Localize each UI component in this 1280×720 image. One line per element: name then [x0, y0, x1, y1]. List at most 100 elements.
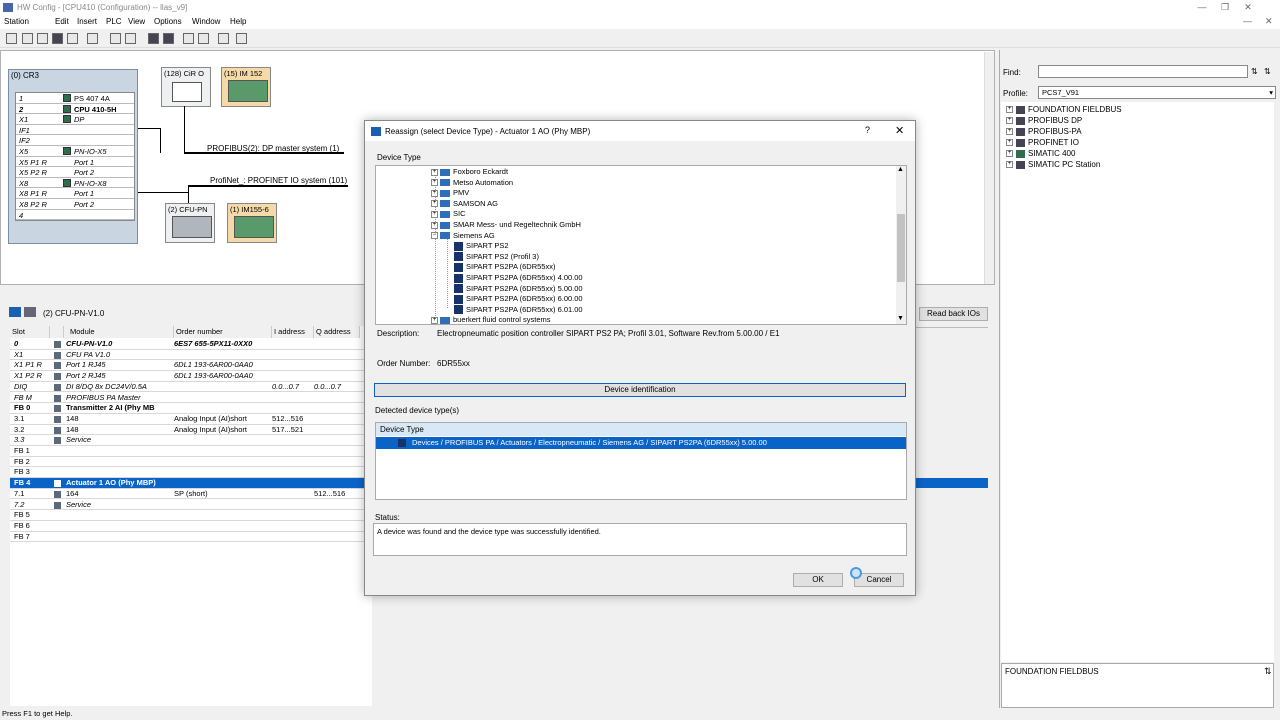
mdi-minimize-icon[interactable]: — — [1243, 16, 1252, 26]
table-row[interactable]: FB 5 — [10, 510, 372, 521]
tree-item[interactable]: SIPART PS2PA (6DR55xx) — [454, 262, 555, 272]
expand-icon[interactable]: + — [431, 179, 438, 187]
expand-icon[interactable]: + — [1006, 117, 1013, 125]
ok-button[interactable]: OK — [793, 573, 843, 587]
help-button[interactable]: ? — [865, 125, 870, 135]
station-scrollbar[interactable] — [984, 52, 994, 284]
download-module-icon[interactable] — [163, 33, 174, 44]
save-compile-icon[interactable] — [52, 33, 63, 44]
table-row[interactable]: X1 P1 R Port 1 RJ45 6DL1 193-6AR00-0AA0 — [10, 360, 372, 372]
scroll-up-icon[interactable]: ▲ — [897, 166, 904, 173]
device-im152[interactable]: (15) IM 152 — [221, 67, 271, 107]
find-next-icon[interactable]: ⇅ — [1251, 67, 1258, 76]
table-row[interactable]: FB 1 — [10, 446, 372, 457]
rack-row[interactable]: X8 P1 R Port 1 — [16, 188, 134, 199]
table-row[interactable]: 0 CFU-PN-V1.0 6ES7 655-5PX11-0XX0 — [10, 339, 372, 350]
table-row[interactable]: FB 6 — [10, 521, 372, 532]
expand-icon[interactable]: + — [1006, 106, 1013, 114]
expand-icon[interactable]: + — [1006, 128, 1013, 136]
forward-icon[interactable] — [24, 307, 36, 317]
scroll-thumb[interactable] — [897, 214, 905, 282]
close-icon[interactable]: ✕ — [895, 124, 904, 137]
col-iaddr[interactable]: I address — [272, 326, 314, 338]
table-row[interactable]: FB 4 Actuator 1 AO (Phy MBP) — [10, 478, 372, 489]
menu-options[interactable]: Options — [154, 17, 182, 26]
diagnostics-icon[interactable] — [218, 33, 229, 44]
help-icon[interactable] — [236, 33, 247, 44]
rack-cr3[interactable]: (0) CR3 1 PS 407 4A 2 CPU 410-5H X1 DP IF1 … — [8, 69, 138, 244]
maximize-icon[interactable]: ❐ — [1214, 0, 1236, 15]
rack-row[interactable]: IF1 — [16, 125, 134, 136]
device-cfu-pn[interactable]: (2) CFU-PN — [165, 203, 215, 243]
expand-icon[interactable]: + — [431, 316, 438, 324]
rack-row[interactable]: X5 P1 R Port 1 — [16, 157, 134, 168]
find-prev-icon[interactable]: ⇅ — [1264, 67, 1271, 76]
table-row[interactable]: 7.2 Service — [10, 500, 372, 511]
tree-item[interactable]: + SAMSON AG — [431, 199, 498, 208]
rack-row[interactable]: X1 DP — [16, 114, 134, 125]
tree-item[interactable]: + Foxboro Eckardt — [431, 167, 508, 176]
table-row[interactable]: 3.3 Service — [10, 435, 372, 446]
detected-header[interactable]: Device Type — [376, 423, 906, 436]
table-row[interactable]: FB 7 — [10, 532, 372, 543]
rack-row[interactable]: X5 P2 R Port 2 — [16, 167, 134, 178]
expand-icon[interactable]: + — [431, 210, 438, 218]
mdi-close-icon[interactable]: ✕ — [1265, 16, 1273, 27]
tree-item[interactable]: + PMV — [431, 188, 469, 197]
catalog-icon[interactable] — [183, 33, 194, 44]
device-im155[interactable]: (1) IM155-6 — [227, 203, 277, 243]
find-input[interactable] — [1038, 65, 1248, 78]
rack-row[interactable]: X8 P2 R Port 2 — [16, 199, 134, 210]
close-icon[interactable]: ✕ — [1237, 0, 1259, 15]
menu-insert[interactable]: Insert — [77, 17, 97, 26]
copy-icon[interactable] — [110, 33, 121, 44]
rack-row[interactable]: 1 PS 407 4A — [16, 93, 134, 104]
new-icon[interactable] — [6, 33, 17, 44]
open-icon[interactable] — [22, 33, 33, 44]
tree-item[interactable]: SIPART PS2PA (6DR55xx) 6.01.00 — [454, 305, 583, 315]
table-row[interactable]: FB M PROFIBUS PA Master — [10, 393, 372, 404]
catalog-item-simatic-pc-station[interactable]: + SIMATIC PC Station — [1006, 160, 1100, 169]
table-row[interactable]: 3.1 148 Analog Input (AI)short 512...516 — [10, 414, 372, 425]
expand-icon[interactable]: + — [431, 168, 438, 176]
expand-icon[interactable]: + — [431, 200, 438, 208]
menu-edit[interactable]: Edit — [55, 17, 69, 26]
expand-icon[interactable]: + — [431, 189, 438, 197]
tree-item[interactable]: SIPART PS2PA (6DR55xx) 6.00.00 — [454, 294, 583, 304]
table-row[interactable]: FB 2 — [10, 457, 372, 468]
menu-station[interactable]: Station — [4, 17, 29, 26]
upload-icon[interactable] — [148, 33, 159, 44]
table-row[interactable]: X1 P2 R Port 2 RJ45 6DL1 193-6AR00-0AA0 — [10, 371, 372, 382]
table-row[interactable]: 3.2 148 Analog Input (AI)short 517...521 — [10, 425, 372, 436]
catalog-item-profibus-pa[interactable]: + PROFIBUS-PA — [1006, 127, 1082, 136]
tree-item[interactable]: SIPART PS2 (Profil 3) — [454, 252, 539, 262]
tree-scrollbar[interactable]: ▲ ▼ — [896, 166, 906, 324]
scroll-down-icon[interactable]: ▼ — [897, 315, 904, 322]
collapse-icon[interactable]: − — [431, 232, 438, 240]
table-row[interactable]: 7.1 164 SP (short) 512...516 — [10, 489, 372, 500]
menu-plc[interactable]: PLC — [106, 17, 122, 26]
table-row[interactable]: X1 CFU PA V1.0 — [10, 350, 372, 361]
expand-icon[interactable]: + — [1006, 139, 1013, 147]
table-row[interactable]: DIQ DI 8/DQ 8x DC24V/0.5A 0.0...0.7 0.0...0… — [10, 382, 372, 393]
col-slot[interactable]: Slot — [10, 326, 50, 338]
rack-row[interactable]: X8 PN-IO-X8 — [16, 178, 134, 189]
tree-item[interactable]: SIPART PS2PA (6DR55xx) 4.00.00 — [454, 273, 583, 283]
minimize-icon[interactable]: — — [1191, 0, 1213, 15]
print-icon[interactable] — [87, 33, 98, 44]
device-cir[interactable]: (128) CiR O — [161, 67, 211, 107]
menu-window[interactable]: Window — [192, 17, 220, 26]
detected-row[interactable]: Devices / PROFIBUS PA / Actuators / Elec… — [376, 437, 906, 449]
paste-icon[interactable] — [125, 33, 136, 44]
download-icon[interactable] — [67, 33, 78, 44]
tree-item[interactable]: + buerkert fluid control systems — [431, 315, 551, 324]
expand-icon[interactable]: + — [1006, 161, 1013, 169]
profile-select[interactable]: PCS7_V91 ▾ — [1038, 86, 1276, 99]
tree-item[interactable]: + SMAR Mess- und Regeltechnik GmbH — [431, 220, 581, 229]
tree-item[interactable]: + Metso Automation — [431, 178, 513, 187]
back-icon[interactable] — [9, 307, 21, 317]
col-qaddr[interactable]: Q address — [314, 326, 360, 338]
catalog-item-simatic-400[interactable]: + SIMATIC 400 — [1006, 149, 1075, 158]
expand-icon[interactable]: + — [1006, 150, 1013, 158]
rack-row[interactable]: 4 — [16, 210, 134, 221]
